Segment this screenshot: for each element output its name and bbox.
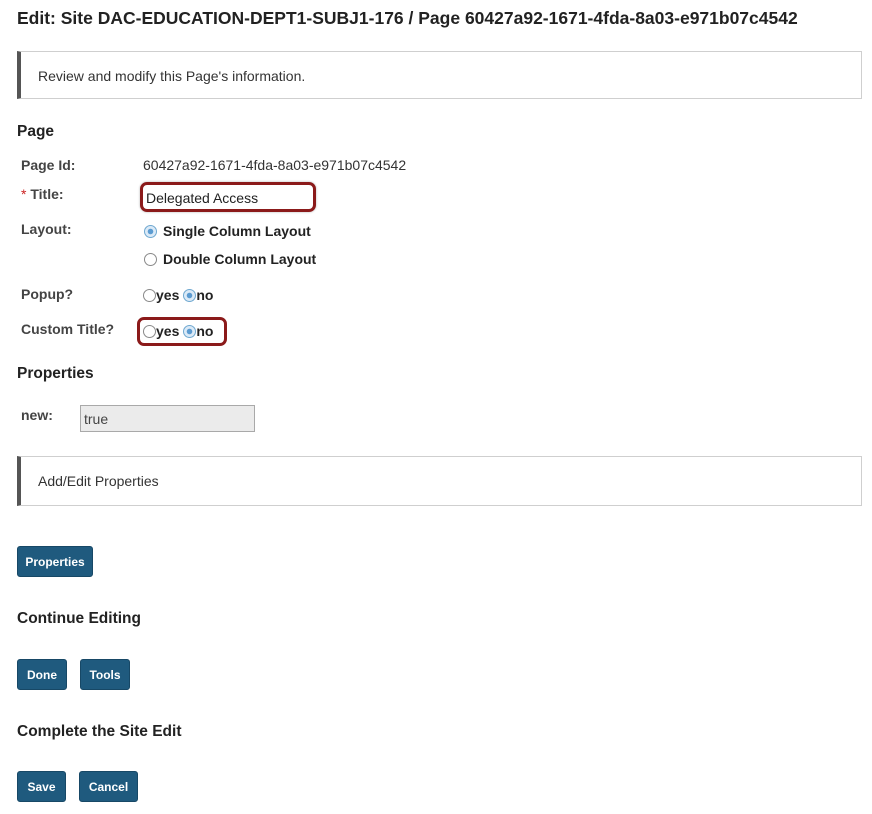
instructions-panel: Review and modify this Page's informatio… (17, 51, 862, 99)
layout-single-radio[interactable] (144, 224, 157, 238)
page-section-heading: Page (17, 123, 55, 140)
title-input-value: Delegated Access (146, 190, 259, 206)
layout-double-radio[interactable] (144, 252, 157, 266)
properties-button[interactable]: Properties (17, 546, 93, 577)
custom-title-no-radio[interactable] (183, 324, 197, 338)
title-input[interactable]: Delegated Access (140, 182, 316, 212)
layout-single-label: Single Column Layout (163, 223, 311, 239)
popup-label: Popup? (21, 286, 74, 302)
custom-title-yes-radio[interactable] (143, 324, 156, 338)
page-title: Edit: Site DAC-EDUCATION-DEPT1-SUBJ1-176… (17, 8, 798, 28)
popup-yes-label: yes (156, 287, 180, 303)
popup-no-label: no (196, 287, 214, 303)
add-edit-properties-text: Add/Edit Properties (38, 473, 159, 489)
tools-button[interactable]: Tools (80, 659, 130, 690)
property-new-value: true (84, 411, 109, 427)
layout-double-label: Double Column Layout (163, 251, 317, 267)
save-button[interactable]: Save (17, 771, 66, 802)
property-new-input: true (80, 405, 255, 432)
popup-no-radio[interactable] (183, 288, 197, 302)
layout-option-single[interactable]: Single Column Layout (144, 223, 311, 239)
layout-option-double[interactable]: Double Column Layout (144, 251, 316, 267)
popup-options: yes no (143, 287, 213, 303)
page-id-label: Page Id: (21, 157, 76, 173)
cancel-button[interactable]: Cancel (79, 771, 138, 802)
title-label: * Title: (21, 186, 64, 202)
layout-label: Layout: (21, 221, 72, 237)
custom-title-options: yes no (143, 323, 213, 339)
custom-title-no-label: no (196, 323, 214, 339)
title-label-text: Title: (30, 186, 64, 202)
custom-title-yes-label: yes (156, 323, 180, 339)
property-new-label: new: (21, 407, 53, 423)
continue-editing-heading: Continue Editing (17, 610, 141, 627)
page-id-value: 60427a92-1671-4fda-8a03-e971b07c4542 (143, 157, 407, 173)
custom-title-label: Custom Title? (21, 321, 115, 337)
complete-site-edit-heading: Complete the Site Edit (17, 723, 182, 740)
properties-section-heading: Properties (17, 365, 94, 382)
popup-yes-radio[interactable] (143, 288, 156, 302)
instructions-text: Review and modify this Page's informatio… (38, 68, 306, 84)
required-marker: * (21, 186, 27, 202)
done-button[interactable]: Done (17, 659, 67, 690)
add-edit-properties-panel: Add/Edit Properties (17, 456, 862, 506)
